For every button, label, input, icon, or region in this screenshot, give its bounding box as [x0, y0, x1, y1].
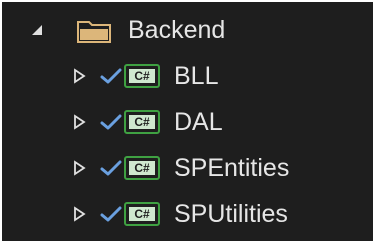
tree-item-project[interactable]: C# BLL	[2, 56, 373, 96]
tree-item-project[interactable]: C# SPEntities	[2, 148, 373, 188]
checkmark-icon	[100, 68, 122, 84]
checkmark-icon	[100, 160, 122, 176]
project-label: SPUtilities	[174, 200, 288, 228]
csharp-badge: C#	[134, 207, 150, 221]
csharp-badge: C#	[134, 69, 150, 83]
project-label: SPEntities	[174, 154, 290, 182]
csharp-project-icon: C#	[124, 110, 160, 134]
triangle-right-icon[interactable]	[72, 206, 86, 222]
triangle-right-icon[interactable]	[72, 68, 86, 84]
folder-label: Backend	[128, 16, 226, 44]
project-label: BLL	[174, 62, 219, 90]
project-label: DAL	[174, 108, 223, 136]
tree-item-project[interactable]: C# DAL	[2, 102, 373, 142]
tree-folder-backend[interactable]: Backend	[2, 10, 373, 50]
triangle-right-icon[interactable]	[72, 114, 86, 130]
checkmark-icon	[100, 206, 122, 222]
solution-explorer-tree: Backend C# BLL C# DAL C# SPEntities C# S…	[2, 2, 373, 241]
triangle-down-icon[interactable]	[30, 22, 44, 38]
triangle-right-icon[interactable]	[72, 160, 86, 176]
csharp-project-icon: C#	[124, 156, 160, 180]
folder-icon	[77, 21, 111, 43]
checkmark-icon	[100, 114, 122, 130]
csharp-badge: C#	[134, 161, 150, 175]
csharp-project-icon: C#	[124, 64, 160, 88]
tree-item-project[interactable]: C# SPUtilities	[2, 194, 373, 234]
csharp-badge: C#	[134, 115, 150, 129]
csharp-project-icon: C#	[124, 202, 160, 226]
